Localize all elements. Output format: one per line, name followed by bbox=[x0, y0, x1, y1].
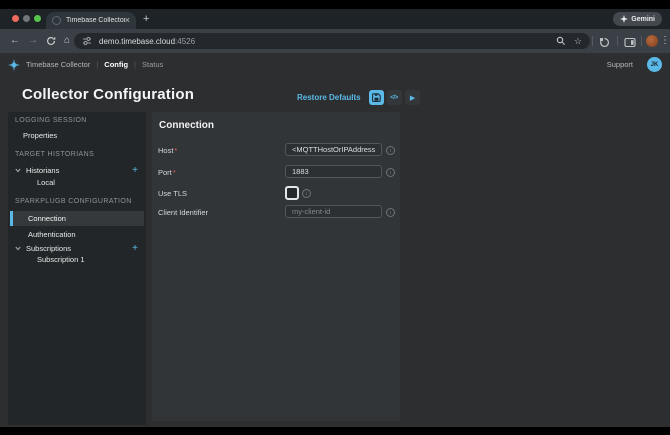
client-identifier-input[interactable] bbox=[285, 205, 382, 218]
action-bar: Restore Defaults </> ▶ bbox=[292, 90, 420, 105]
panel-heading: Connection bbox=[159, 120, 214, 131]
browser-tab[interactable]: Timebase Collector × bbox=[46, 12, 136, 29]
tab-favicon-icon bbox=[52, 16, 61, 25]
support-link[interactable]: Support bbox=[607, 60, 633, 69]
gemini-sparkle-icon bbox=[620, 15, 628, 23]
zoom-icon[interactable] bbox=[556, 36, 566, 46]
section-logging-session: LOGGING SESSION bbox=[15, 117, 87, 124]
sidebar-item-historians[interactable]: Historians + bbox=[8, 164, 146, 177]
client-identifier-field-row: Client Identifier i bbox=[152, 205, 400, 219]
port-input[interactable] bbox=[285, 165, 382, 178]
sidebar-item-local[interactable]: Local bbox=[37, 178, 55, 187]
forward-icon[interactable]: → bbox=[26, 35, 40, 47]
client-identifier-info-icon[interactable]: i bbox=[386, 208, 395, 217]
use-tls-checkbox[interactable] bbox=[285, 186, 299, 200]
add-subscription-icon[interactable]: + bbox=[132, 244, 138, 254]
window-close-button[interactable] bbox=[12, 15, 19, 22]
chevron-down-icon[interactable] bbox=[15, 246, 21, 251]
nav-status-link[interactable]: Status bbox=[142, 60, 163, 69]
section-target-historians: TARGET HISTORIANS bbox=[15, 151, 94, 158]
sidebar-item-subscriptions[interactable]: Subscriptions + bbox=[8, 242, 146, 255]
sidebar-item-label: Connection bbox=[28, 214, 144, 223]
nav-separator: | bbox=[96, 60, 98, 69]
port-info-icon[interactable]: i bbox=[386, 168, 395, 177]
window-minimize-button[interactable] bbox=[23, 15, 30, 22]
nav-separator: | bbox=[134, 60, 136, 69]
user-avatar[interactable]: JK bbox=[647, 57, 662, 72]
toolbar-divider bbox=[592, 36, 593, 46]
url-bar[interactable]: demo.timebase.cloud:4526 ☆ bbox=[74, 33, 590, 49]
browser-tab-strip: Timebase Collector × + Gemini bbox=[0, 9, 670, 29]
gemini-label: Gemini bbox=[631, 16, 655, 23]
required-marker: * bbox=[173, 168, 176, 177]
connection-panel: Connection Host* i Port* i Use TLS i Cli… bbox=[152, 112, 400, 421]
browser-toolbar: ← → ⌂ demo.timebase.cloud:4526 ☆ bbox=[0, 29, 670, 53]
sidebar-item-connection-selected[interactable]: Connection bbox=[10, 211, 144, 226]
timebase-logo-icon bbox=[8, 59, 20, 71]
tab-close-icon[interactable]: × bbox=[125, 16, 130, 25]
use-tls-info-icon[interactable]: i bbox=[302, 189, 311, 198]
extensions-icon[interactable] bbox=[599, 35, 610, 53]
url-text: demo.timebase.cloud:4526 bbox=[99, 37, 195, 46]
sidebar-item-properties[interactable]: Properties bbox=[23, 131, 57, 140]
brand-label[interactable]: Timebase Collector bbox=[26, 60, 90, 69]
reload-icon[interactable] bbox=[44, 36, 58, 50]
config-sidebar: LOGGING SESSION Properties TARGET HISTOR… bbox=[8, 112, 146, 425]
browser-menu-icon[interactable]: ⋮ bbox=[660, 35, 670, 47]
toolbar-divider bbox=[641, 36, 642, 46]
bookmark-star-icon[interactable]: ☆ bbox=[574, 37, 582, 46]
port-field-row: Port* i bbox=[152, 165, 400, 179]
back-icon[interactable]: ← bbox=[8, 35, 22, 47]
sidebar-item-authentication[interactable]: Authentication bbox=[28, 230, 76, 239]
host-input[interactable] bbox=[285, 143, 382, 156]
side-panel-icon[interactable] bbox=[624, 35, 636, 53]
sidebar-item-label: Historians bbox=[26, 166, 132, 175]
sidebar-item-subscription-1[interactable]: Subscription 1 bbox=[37, 255, 85, 264]
toolbar-divider bbox=[617, 36, 618, 46]
tab-title: Timebase Collector bbox=[66, 17, 125, 24]
client-identifier-label: Client Identifier bbox=[158, 208, 208, 217]
page-title: Collector Configuration bbox=[22, 86, 194, 103]
use-tls-label: Use TLS bbox=[158, 189, 187, 198]
page-background: Timebase Collector | Config | Status Sup… bbox=[0, 53, 670, 427]
use-tls-field-row: Use TLS i bbox=[152, 186, 400, 200]
chevron-down-icon[interactable] bbox=[15, 168, 21, 173]
site-settings-icon[interactable] bbox=[82, 36, 92, 46]
save-floppy-icon bbox=[372, 93, 381, 102]
add-historian-icon[interactable]: + bbox=[132, 166, 138, 176]
code-view-button[interactable]: </> bbox=[387, 90, 402, 105]
gemini-button[interactable]: Gemini bbox=[613, 12, 662, 26]
url-port: :4526 bbox=[175, 37, 195, 46]
new-tab-button[interactable]: + bbox=[143, 13, 149, 25]
browser-profile-avatar[interactable] bbox=[646, 35, 658, 47]
section-sparkplugb-configuration: SPARKPLUGB CONFIGURATION bbox=[15, 198, 132, 205]
home-icon[interactable]: ⌂ bbox=[60, 35, 74, 47]
port-label: Port* bbox=[158, 168, 176, 177]
sidebar-item-label: Subscriptions bbox=[26, 244, 132, 253]
run-button[interactable]: ▶ bbox=[405, 90, 420, 105]
host-info-icon[interactable]: i bbox=[386, 146, 395, 155]
window-maximize-button[interactable] bbox=[34, 15, 41, 22]
app-header: Timebase Collector | Config | Status Sup… bbox=[0, 53, 670, 76]
restore-defaults-button[interactable]: Restore Defaults bbox=[292, 90, 366, 105]
nav-config-link[interactable]: Config bbox=[104, 60, 128, 69]
save-button[interactable] bbox=[369, 90, 384, 105]
required-marker: * bbox=[174, 146, 177, 155]
host-field-row: Host* i bbox=[152, 143, 400, 157]
url-host: demo.timebase.cloud bbox=[99, 37, 175, 46]
host-label: Host* bbox=[158, 146, 177, 155]
